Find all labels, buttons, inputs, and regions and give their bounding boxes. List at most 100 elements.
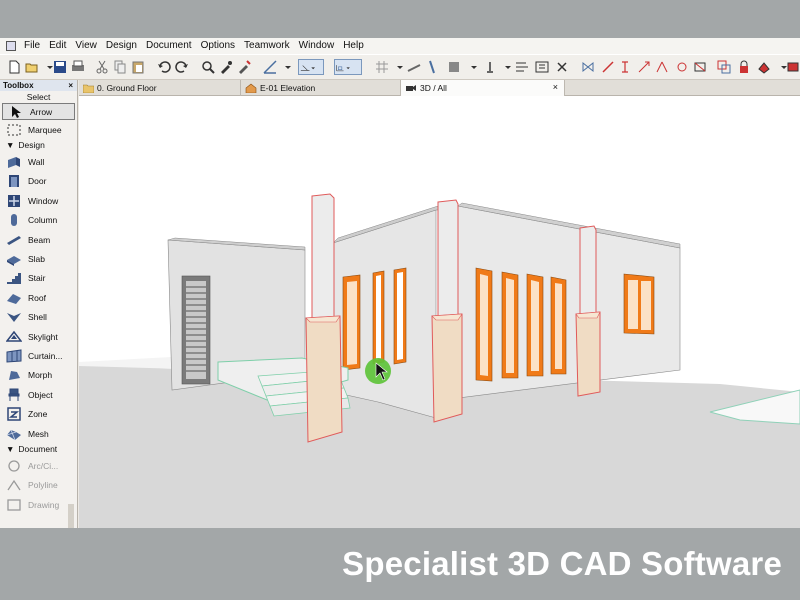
menu-help[interactable]: Help	[343, 38, 364, 54]
save-icon[interactable]	[52, 59, 68, 75]
app-icon[interactable]	[6, 41, 16, 51]
elevation-dropdown-icon[interactable]	[500, 59, 511, 75]
tab-e01-elevation[interactable]: E-01 Elevation	[241, 80, 401, 96]
column-right[interactable]	[575, 225, 601, 397]
tool-curtain-wall[interactable]: Curtain...	[0, 346, 77, 365]
tool-door[interactable]: Door	[0, 172, 77, 191]
tab-close-icon[interactable]: ×	[553, 80, 558, 95]
tool-label: Curtain...	[28, 350, 63, 361]
menu-design[interactable]: Design	[106, 38, 137, 54]
stack-icon[interactable]	[786, 59, 800, 75]
tool-stair[interactable]: Stair	[0, 269, 77, 288]
shell-icon	[7, 313, 21, 323]
design-section-header[interactable]: ▼ Design	[0, 139, 77, 152]
tool-object[interactable]: Object	[0, 385, 77, 404]
print-icon[interactable]	[70, 59, 86, 75]
toolbox-title: Toolbox	[3, 81, 34, 90]
3d-viewport[interactable]	[79, 96, 800, 528]
tool-label: Drawing	[28, 499, 60, 510]
toolbox-scrollbar[interactable]	[68, 504, 74, 528]
collapse-triangle-icon: ▼	[6, 444, 15, 455]
copy-icon[interactable]	[112, 59, 128, 75]
tool-roof[interactable]: Roof	[0, 288, 77, 307]
rotate-icon[interactable]	[618, 59, 634, 75]
tool-column[interactable]: Column	[0, 211, 77, 230]
tool-zone[interactable]: Zone	[0, 404, 77, 423]
column-front-left[interactable]	[305, 193, 343, 443]
document-section-header[interactable]: ▼ Document	[0, 443, 77, 456]
window-glass	[480, 274, 488, 376]
display-order-dropdown-icon[interactable]	[776, 59, 787, 75]
intersect-icon[interactable]	[674, 59, 690, 75]
menu-window[interactable]: Window	[299, 38, 335, 54]
menu-document[interactable]: Document	[146, 38, 192, 54]
tab-3d-all[interactable]: 3D / All ×	[401, 80, 565, 96]
tool-drawing[interactable]: Drawing	[0, 495, 77, 514]
measure-icon[interactable]	[262, 59, 278, 75]
tab-label: 3D / All	[420, 82, 447, 93]
tool-arc-circle[interactable]: Arc/Ci...	[0, 456, 77, 475]
redo-icon[interactable]	[174, 59, 190, 75]
layer-dropdown-icon[interactable]	[466, 59, 477, 75]
toolbox-close-icon[interactable]: ×	[68, 80, 73, 91]
window-glass	[506, 278, 514, 373]
delete-icon[interactable]	[554, 59, 570, 75]
building-3d-model[interactable]	[79, 96, 800, 528]
standard-toolbar	[0, 54, 800, 80]
adjust-icon[interactable]	[654, 59, 670, 75]
guide-lines-toggle[interactable]	[298, 59, 324, 75]
calculator-icon[interactable]	[534, 59, 550, 75]
menu-edit[interactable]: Edit	[49, 38, 66, 54]
menu-options[interactable]: Options	[201, 38, 235, 54]
new-file-icon[interactable]	[6, 59, 22, 75]
open-dropdown-icon[interactable]	[42, 59, 53, 75]
display-order-icon[interactable]	[756, 59, 772, 75]
elevation-marker-icon[interactable]	[482, 59, 498, 75]
explode-icon[interactable]	[692, 59, 708, 75]
wall-icon	[8, 157, 20, 169]
paste-icon[interactable]	[130, 59, 146, 75]
column-corner[interactable]	[431, 199, 463, 423]
cut-icon[interactable]	[94, 59, 110, 75]
find-select-icon[interactable]	[200, 59, 216, 75]
stretch-icon[interactable]	[636, 59, 652, 75]
menu-file[interactable]: File	[24, 38, 40, 54]
menu-teamwork[interactable]: Teamwork	[244, 38, 290, 54]
arrow-cursor-icon	[12, 105, 21, 118]
louver-inner	[186, 281, 206, 379]
tool-label: Skylight	[28, 331, 58, 342]
tool-skylight[interactable]: Skylight	[0, 327, 77, 346]
grid-snap-icon[interactable]	[374, 59, 390, 75]
tool-beam[interactable]: Beam	[0, 230, 77, 249]
pen-icon[interactable]	[424, 59, 440, 75]
menu-view[interactable]: View	[75, 38, 97, 54]
grid-dropdown-icon[interactable]	[392, 59, 403, 75]
tab-ground-floor[interactable]: 0. Ground Floor	[79, 80, 241, 96]
undo-icon[interactable]	[156, 59, 172, 75]
arc-circle-icon	[8, 460, 20, 472]
tool-shell[interactable]: Shell	[0, 308, 77, 327]
tool-arrow[interactable]: Arrow	[2, 103, 75, 120]
lock-icon[interactable]	[736, 59, 752, 75]
measure-dropdown-icon[interactable]	[280, 59, 291, 75]
tool-wall[interactable]: Wall	[0, 152, 77, 171]
tool-polyline[interactable]: Polyline	[0, 476, 77, 495]
snap-toggle[interactable]	[334, 59, 362, 75]
tab-label: E-01 Elevation	[260, 82, 316, 93]
tab-label: 0. Ground Floor	[97, 82, 157, 93]
group-icon[interactable]	[716, 59, 732, 75]
drag-icon[interactable]	[600, 59, 616, 75]
tool-marquee[interactable]: Marquee	[0, 120, 77, 139]
tool-mesh[interactable]: Mesh	[0, 424, 77, 443]
inject-parameters-icon[interactable]	[236, 59, 252, 75]
open-folder-icon[interactable]	[24, 59, 40, 75]
tool-window[interactable]: Window	[0, 191, 77, 210]
layer-icon[interactable]	[446, 59, 462, 75]
tool-slab[interactable]: Slab	[0, 249, 77, 268]
mirror-icon[interactable]	[580, 59, 596, 75]
suspend-groups-icon[interactable]	[514, 59, 530, 75]
elevation-house-icon	[245, 83, 257, 93]
tool-morph[interactable]: Morph	[0, 366, 77, 385]
pick-up-parameters-icon[interactable]	[218, 59, 234, 75]
trace-icon[interactable]	[406, 59, 422, 75]
